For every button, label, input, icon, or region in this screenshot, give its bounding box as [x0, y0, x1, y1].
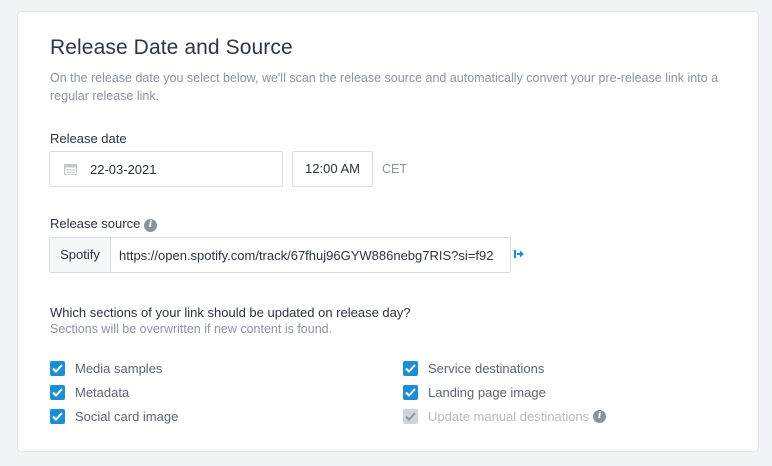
release-date-input[interactable]: 22-03-2021: [49, 151, 283, 187]
release-settings-card: Release Date and Source On the release d…: [17, 11, 759, 452]
calendar-icon: [64, 164, 77, 175]
release-source-label-row: Release source i: [50, 216, 157, 232]
option-social-card-image[interactable]: Social card image: [50, 408, 178, 424]
release-date-value: 22-03-2021: [90, 162, 157, 177]
release-date-label: Release date: [50, 131, 127, 146]
checkbox-metadata[interactable]: [50, 384, 65, 400]
option-label: Service destinations: [428, 360, 545, 376]
source-url-input[interactable]: [111, 238, 510, 272]
sections-subtext: Sections will be overwritten if new cont…: [50, 322, 333, 336]
checkbox-service-destinations[interactable]: [403, 360, 418, 376]
check-icon: [52, 387, 63, 397]
check-icon: [405, 363, 416, 373]
sections-question: Which sections of your link should be up…: [50, 305, 411, 320]
option-media-samples[interactable]: Media samples: [50, 360, 162, 376]
info-icon[interactable]: i: [143, 219, 157, 232]
option-label: Metadata: [75, 384, 130, 400]
release-time-input[interactable]: 12:00 AM: [292, 151, 373, 187]
check-icon: [405, 411, 416, 421]
option-service-destinations[interactable]: Service destinations: [403, 360, 544, 376]
option-label: Landing page image: [428, 384, 546, 400]
release-source-field: Spotify: [49, 237, 511, 273]
open-link-icon[interactable]: [514, 249, 524, 259]
option-update-manual-destinations: Update manual destinations i: [403, 408, 607, 424]
check-icon: [52, 363, 63, 373]
option-label: Media samples: [75, 360, 163, 376]
option-metadata[interactable]: Metadata: [50, 384, 129, 400]
release-source-label: Release source: [50, 216, 141, 231]
section-description: On the release date you select below, we…: [50, 71, 719, 103]
source-service-addon: Spotify: [50, 238, 111, 272]
timezone-label: CET: [382, 162, 407, 176]
check-icon: [405, 387, 416, 397]
section-title: Release Date and Source: [50, 36, 293, 59]
checkbox-landing-page-image[interactable]: [403, 384, 418, 400]
check-icon: [52, 411, 63, 421]
option-landing-page-image[interactable]: Landing page image: [403, 384, 546, 400]
checkbox-update-manual-destinations: [403, 408, 418, 424]
info-icon[interactable]: i: [593, 409, 607, 423]
option-label: Social card image: [75, 408, 179, 424]
checkbox-social-card-image[interactable]: [50, 408, 65, 424]
checkbox-media-samples[interactable]: [50, 360, 65, 376]
option-label: Update manual destinations: [428, 408, 590, 424]
